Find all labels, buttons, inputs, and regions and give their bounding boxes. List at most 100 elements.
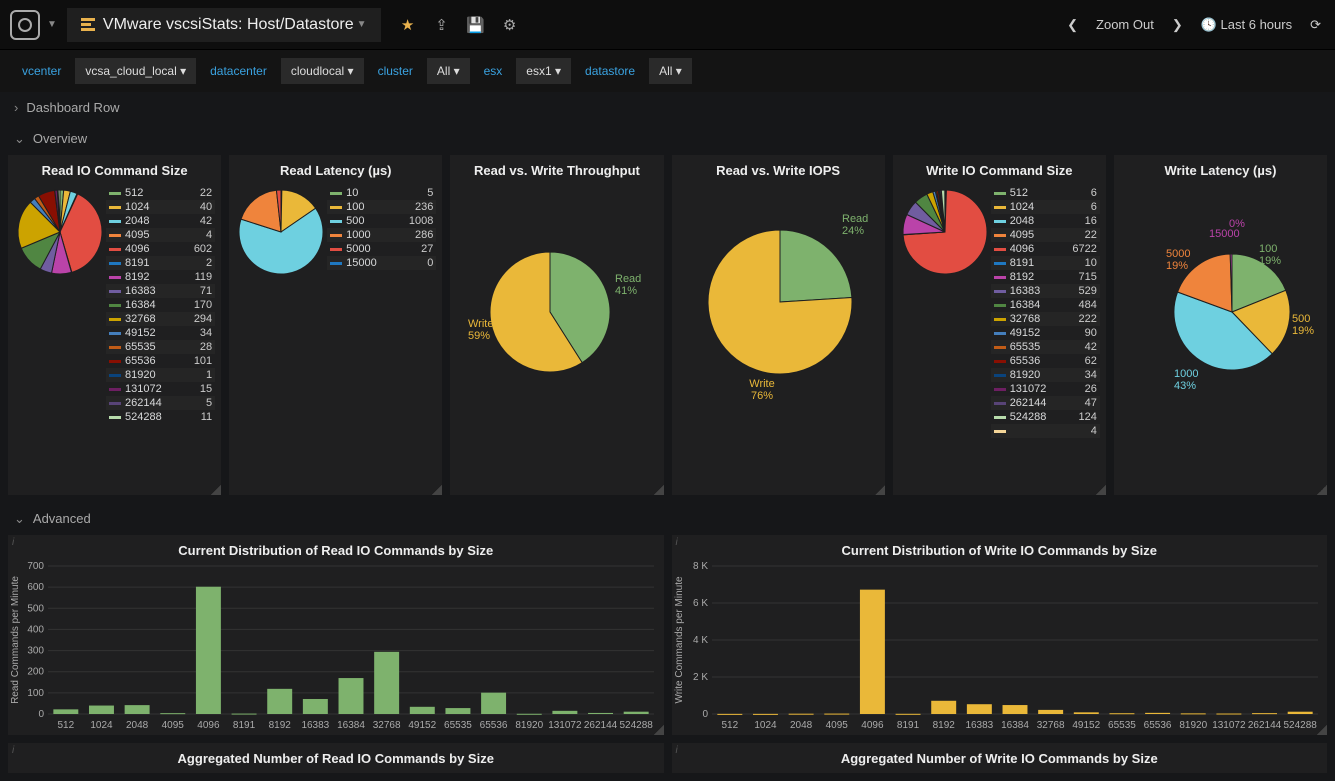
legend-row[interactable]: 1638371 (106, 284, 215, 298)
legend-row[interactable]: 8192119 (106, 270, 215, 284)
legend-row[interactable]: 40966722 (991, 242, 1100, 256)
info-icon[interactable]: i (12, 537, 14, 548)
resize-handle[interactable] (1317, 485, 1327, 495)
legend-row[interactable]: 65536101 (106, 354, 215, 368)
legend-row[interactable]: 4096602 (106, 242, 215, 256)
resize-handle[interactable] (211, 485, 221, 495)
legend-row[interactable]: 51222 (106, 186, 215, 200)
svg-text:5000: 5000 (1166, 248, 1190, 260)
settings-icon[interactable]: ⚙ (493, 8, 527, 42)
legend-row[interactable]: 819110 (991, 256, 1100, 270)
star-icon[interactable]: ★ (391, 8, 425, 42)
svg-text:1024: 1024 (754, 720, 777, 731)
legend-row[interactable]: 4915290 (991, 326, 1100, 340)
legend-row[interactable]: 26214447 (991, 396, 1100, 410)
legend-row[interactable]: 6553528 (106, 340, 215, 354)
svg-text:24%: 24% (842, 225, 864, 237)
var-label-esx: esx (474, 58, 513, 84)
legend-row[interactable]: 32768222 (991, 312, 1100, 326)
info-icon[interactable]: i (676, 745, 678, 756)
var-label-vcenter: vcenter (12, 58, 71, 84)
legend-row[interactable]: 4 (991, 424, 1100, 438)
zoom-out-button[interactable]: Zoom Out (1092, 13, 1158, 36)
legend-row[interactable]: 100236 (327, 200, 436, 214)
row-advanced[interactable]: Advanced (0, 503, 1335, 535)
svg-text:Write Commands per Minute: Write Commands per Minute (674, 576, 685, 704)
save-icon[interactable]: 💾 (459, 8, 493, 42)
advanced-row-2: i Aggregated Number of Read IO Commands … (0, 743, 1335, 781)
resize-handle[interactable] (1096, 485, 1106, 495)
svg-text:81920: 81920 (1179, 720, 1207, 731)
var-value-datacenter[interactable]: cloudlocal ▾ (281, 58, 364, 84)
legend-row[interactable]: 8192034 (991, 368, 1100, 382)
legend-row[interactable]: 6553662 (991, 354, 1100, 368)
time-back-button[interactable]: ❮ (1063, 13, 1082, 37)
legend-row[interactable]: 10246 (991, 200, 1100, 214)
grafana-logo[interactable] (10, 10, 40, 40)
legend-row[interactable]: 819201 (106, 368, 215, 382)
row-overview[interactable]: Overview (0, 123, 1335, 155)
panel-title: Current Distribution of Read IO Commands… (8, 535, 664, 562)
legend-row[interactable]: 150000 (327, 256, 436, 270)
panel-write-latency: Write Latency (µs) 10019%50019%100043%50… (1114, 155, 1327, 495)
legend-row[interactable]: 5126 (991, 186, 1100, 200)
legend-row[interactable]: 16383529 (991, 284, 1100, 298)
panel-title: Write Latency (µs) (1114, 155, 1327, 182)
resize-handle[interactable] (875, 485, 885, 495)
var-value-vcenter[interactable]: vcsa_cloud_local ▾ (75, 58, 196, 84)
resize-handle[interactable] (654, 725, 664, 735)
legend-row[interactable]: 6553542 (991, 340, 1100, 354)
var-value-datastore[interactable]: All ▾ (649, 58, 692, 84)
legend-row[interactable]: 40954 (106, 228, 215, 242)
svg-text:2 K: 2 K (692, 672, 707, 683)
panel-write-agg-bar: i Aggregated Number of Write IO Commands… (672, 743, 1328, 773)
legend-row[interactable]: 13107215 (106, 382, 215, 396)
logo-menu-caret[interactable]: ▼ (47, 19, 57, 30)
legend-row[interactable]: 81912 (106, 256, 215, 270)
legend-row[interactable]: 5001008 (327, 214, 436, 228)
svg-text:700: 700 (27, 562, 44, 572)
dashboard-picker-button[interactable]: VMware vscsiStats: Host/Datastore ▼ (67, 8, 381, 42)
legend-row[interactable]: 4915234 (106, 326, 215, 340)
legend-row[interactable]: 204816 (991, 214, 1100, 228)
legend-row[interactable]: 102440 (106, 200, 215, 214)
legend-row[interactable]: 32768294 (106, 312, 215, 326)
legend-row[interactable]: 409522 (991, 228, 1100, 242)
legend-row[interactable]: 204842 (106, 214, 215, 228)
chevron-down-icon: ▼ (357, 19, 367, 30)
legend-row[interactable]: 105 (327, 186, 436, 200)
resize-handle[interactable] (654, 485, 664, 495)
legend-row[interactable]: 1000286 (327, 228, 436, 242)
legend-row[interactable]: 8192715 (991, 270, 1100, 284)
svg-text:32768: 32768 (1036, 720, 1064, 731)
svg-text:Write: Write (749, 378, 774, 390)
legend-row[interactable]: 2621445 (106, 396, 215, 410)
legend-row[interactable]: 500027 (327, 242, 436, 256)
time-forward-button[interactable]: ❯ (1168, 13, 1187, 37)
resize-handle[interactable] (1317, 725, 1327, 735)
legend-row[interactable]: 16384484 (991, 298, 1100, 312)
svg-text:19%: 19% (1166, 260, 1188, 272)
refresh-icon[interactable]: ⟳ (1306, 13, 1325, 37)
svg-text:65536: 65536 (480, 720, 508, 731)
svg-text:65536: 65536 (1143, 720, 1171, 731)
share-icon[interactable]: ⇪ (425, 8, 459, 42)
var-value-esx[interactable]: esx1 ▾ (516, 58, 571, 84)
panel-read-latency: Read Latency (µs) 1051002365001008100028… (229, 155, 442, 495)
var-value-cluster[interactable]: All ▾ (427, 58, 470, 84)
pie-chart (235, 186, 327, 278)
svg-text:500: 500 (27, 603, 44, 614)
time-range-button[interactable]: 🕓 Last 6 hours (1197, 13, 1296, 37)
resize-handle[interactable] (432, 485, 442, 495)
legend-table: 10510023650010081000286500027150000 (327, 186, 436, 270)
legend-row[interactable]: 52428811 (106, 410, 215, 424)
info-icon[interactable]: i (676, 537, 678, 548)
var-label-datastore: datastore (575, 58, 645, 84)
legend-row[interactable]: 524288124 (991, 410, 1100, 424)
panel-title: Write IO Command Size (893, 155, 1106, 182)
legend-row[interactable]: 13107226 (991, 382, 1100, 396)
info-icon[interactable]: i (12, 745, 14, 756)
row-dashboard-row[interactable]: Dashboard Row (0, 92, 1335, 123)
panel-title: Aggregated Number of Read IO Commands by… (8, 743, 664, 770)
legend-row[interactable]: 16384170 (106, 298, 215, 312)
